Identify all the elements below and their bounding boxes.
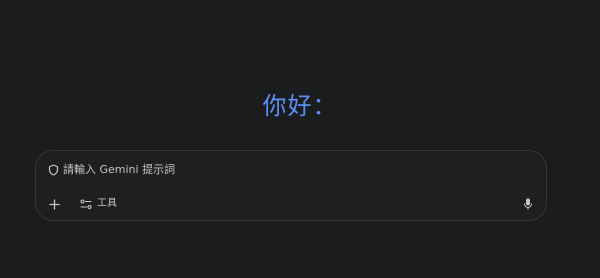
plus-icon xyxy=(48,198,60,210)
add-button[interactable] xyxy=(46,195,62,213)
app-stage: 你好： 請輸入 Gemini 提示詞 工具 xyxy=(0,0,600,278)
tools-label: 工具 xyxy=(97,198,117,209)
prompt-input[interactable]: 請輸入 Gemini 提示詞 xyxy=(47,162,175,178)
prompt-composer[interactable]: 請輸入 Gemini 提示詞 工具 xyxy=(35,150,547,221)
prompt-placeholder: 請輸入 Gemini 提示詞 xyxy=(63,163,176,176)
shield-icon xyxy=(47,164,59,176)
tools-icon xyxy=(80,198,92,209)
tools-button[interactable]: 工具 xyxy=(80,195,117,213)
greeting-heading: 你好： xyxy=(262,92,338,120)
composer-toolbar: 工具 xyxy=(46,195,536,213)
mic-icon xyxy=(524,198,532,210)
voice-input-button[interactable] xyxy=(520,195,536,213)
